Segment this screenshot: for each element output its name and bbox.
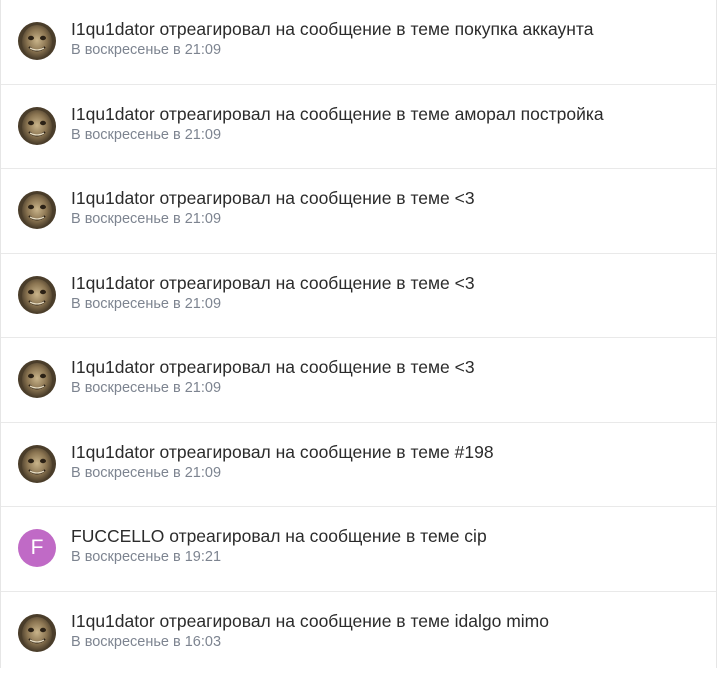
notification-item[interactable]: I1qu1dator отреагировал на сообщение в т… bbox=[1, 423, 716, 508]
notification-text[interactable]: FUCCELLO отреагировал на сообщение в тем… bbox=[71, 525, 704, 547]
notification-item[interactable]: I1qu1dator отреагировал на сообщение в т… bbox=[1, 254, 716, 339]
notification-time: В воскресенье в 21:09 bbox=[71, 41, 704, 60]
notification-time: В воскресенье в 21:09 bbox=[71, 126, 704, 145]
notification-time: В воскресенье в 21:09 bbox=[71, 464, 704, 483]
notification-item[interactable]: I1qu1dator отреагировал на сообщение в т… bbox=[1, 0, 716, 85]
notification-item[interactable]: I1qu1dator отреагировал на сообщение в т… bbox=[1, 592, 716, 676]
notification-time: В воскресенье в 19:21 bbox=[71, 548, 704, 567]
user-avatar[interactable] bbox=[18, 22, 56, 60]
notification-time: В воскресенье в 16:03 bbox=[71, 633, 704, 652]
user-photo-icon bbox=[18, 445, 56, 483]
user-photo-icon bbox=[18, 191, 56, 229]
notification-text[interactable]: I1qu1dator отреагировал на сообщение в т… bbox=[71, 356, 704, 378]
notification-text[interactable]: I1qu1dator отреагировал на сообщение в т… bbox=[71, 187, 704, 209]
notification-item[interactable]: I1qu1dator отреагировал на сообщение в т… bbox=[1, 85, 716, 170]
user-avatar[interactable] bbox=[18, 360, 56, 398]
user-avatar[interactable] bbox=[18, 191, 56, 229]
user-avatar[interactable] bbox=[18, 445, 56, 483]
notification-item[interactable]: I1qu1dator отреагировал на сообщение в т… bbox=[1, 169, 716, 254]
user-avatar[interactable] bbox=[18, 614, 56, 652]
notification-text[interactable]: I1qu1dator отреагировал на сообщение в т… bbox=[71, 103, 704, 125]
user-avatar[interactable] bbox=[18, 276, 56, 314]
user-photo-icon bbox=[18, 360, 56, 398]
avatar-letter: F bbox=[31, 536, 44, 560]
notification-time: В воскресенье в 21:09 bbox=[71, 379, 704, 398]
user-avatar[interactable] bbox=[18, 107, 56, 145]
notification-text[interactable]: I1qu1dator отреагировал на сообщение в т… bbox=[71, 272, 704, 294]
notification-text[interactable]: I1qu1dator отреагировал на сообщение в т… bbox=[71, 441, 704, 463]
notification-text[interactable]: I1qu1dator отреагировал на сообщение в т… bbox=[71, 610, 704, 632]
notification-time: В воскресенье в 21:09 bbox=[71, 295, 704, 314]
notification-item[interactable]: I1qu1dator отреагировал на сообщение в т… bbox=[1, 338, 716, 423]
user-photo-icon bbox=[18, 107, 56, 145]
user-photo-icon bbox=[18, 614, 56, 652]
notification-text[interactable]: I1qu1dator отреагировал на сообщение в т… bbox=[71, 18, 704, 40]
notification-item[interactable]: F FUCCELLO отреагировал на сообщение в т… bbox=[1, 507, 716, 592]
user-photo-icon bbox=[18, 276, 56, 314]
user-avatar[interactable]: F bbox=[18, 529, 56, 567]
notification-time: В воскресенье в 21:09 bbox=[71, 210, 704, 229]
user-photo-icon bbox=[18, 22, 56, 60]
notification-list: I1qu1dator отреагировал на сообщение в т… bbox=[0, 0, 717, 668]
